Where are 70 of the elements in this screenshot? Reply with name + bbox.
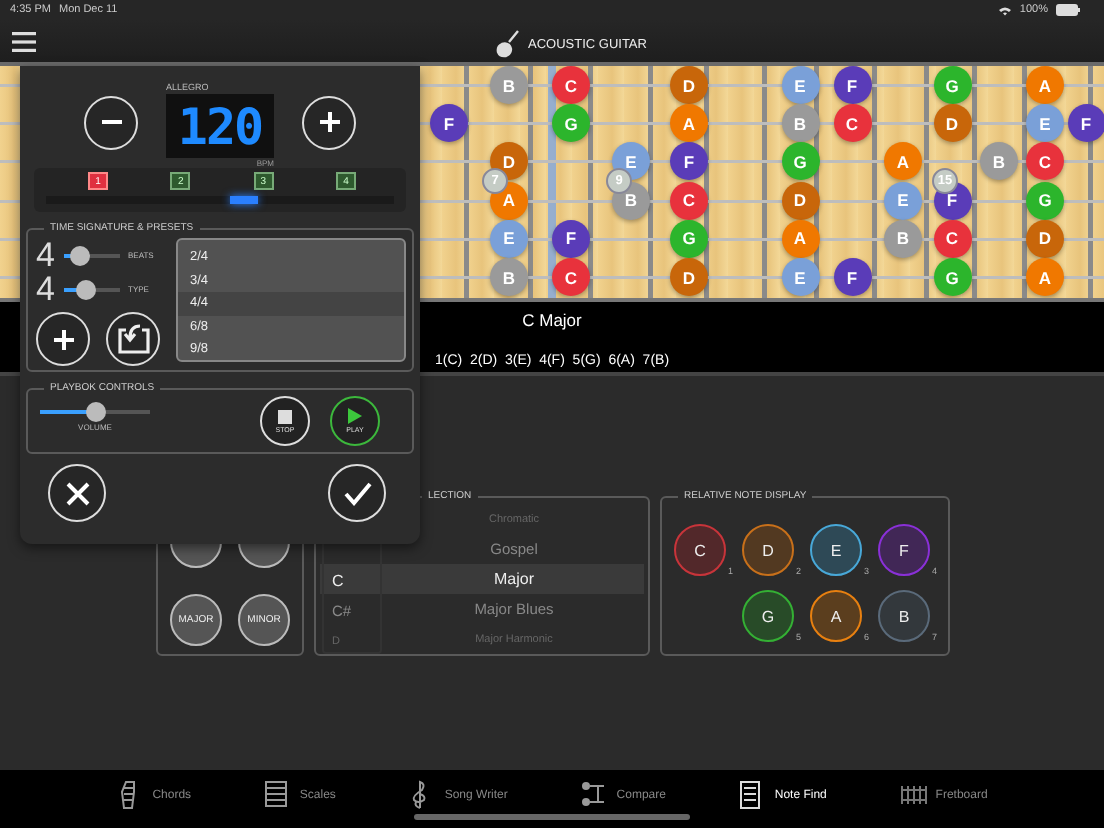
note-marker: F <box>670 142 708 181</box>
note-marker: A <box>781 219 819 258</box>
load-icon <box>115 323 151 355</box>
load-preset-button[interactable] <box>106 312 160 366</box>
note-marker: F <box>1067 104 1104 143</box>
signature-value: 4 <box>36 235 56 275</box>
plus-icon <box>53 329 73 349</box>
note-marker: B <box>980 142 1018 181</box>
note-button[interactable]: A <box>810 590 862 642</box>
close-icon <box>65 481 89 505</box>
note-marker: D <box>1026 219 1064 258</box>
note-marker: C <box>833 104 871 143</box>
note-button[interactable]: C <box>674 524 726 576</box>
note-marker: A <box>670 104 708 143</box>
note-marker: C <box>552 66 590 105</box>
tempo-value: 120 <box>177 97 263 155</box>
note-marker: F <box>833 66 871 105</box>
note-button[interactable]: D <box>742 524 794 576</box>
note-button[interactable]: E <box>810 524 862 576</box>
note-marker: A <box>1026 66 1064 105</box>
scale-name: C Major <box>522 310 582 330</box>
note-marker: G <box>552 104 590 143</box>
plus-button[interactable] <box>302 95 356 149</box>
note-marker: D <box>933 104 971 143</box>
note-marker: B <box>490 66 528 105</box>
note-marker: F <box>833 258 871 297</box>
note-marker: F <box>430 104 468 143</box>
note-marker: G <box>933 66 971 105</box>
note-button[interactable]: F <box>878 524 930 576</box>
plus-icon <box>319 112 339 132</box>
minus-icon <box>101 120 121 124</box>
menu-icon[interactable] <box>12 31 36 51</box>
sliders-icon <box>580 780 609 810</box>
signature-value: 4 <box>36 269 56 309</box>
note-marker: A <box>1026 258 1064 297</box>
note-marker: D <box>781 181 819 220</box>
note-marker: C <box>1026 142 1064 181</box>
note-marker: C <box>670 181 708 220</box>
note-marker: E <box>1026 104 1064 143</box>
root-option[interactable]: C <box>324 566 344 596</box>
note-marker: G <box>1026 181 1064 220</box>
note-marker: G <box>933 258 971 297</box>
list-icon <box>263 780 292 810</box>
note-marker: A <box>884 142 922 181</box>
note-marker: D <box>670 66 708 105</box>
fretboard-icon <box>899 780 928 810</box>
note-marker: C <box>552 258 590 297</box>
note-marker: E <box>490 219 528 258</box>
note-marker: G <box>670 219 708 258</box>
note-marker: E <box>781 66 819 105</box>
confirm-button[interactable] <box>328 464 386 522</box>
add-button[interactable] <box>36 312 90 366</box>
note-marker: E <box>884 181 922 220</box>
note-button[interactable]: G <box>742 590 794 642</box>
note-marker: B <box>884 219 922 258</box>
guitar-icon <box>496 30 520 58</box>
note-marker: C <box>933 219 971 258</box>
note-marker: F <box>552 219 590 258</box>
scale-option[interactable]: Major <box>493 564 534 594</box>
note-marker: E <box>781 258 819 297</box>
note-marker: G <box>781 142 819 181</box>
minus-button[interactable] <box>84 95 138 149</box>
checkmark-icon <box>343 481 371 505</box>
note-marker: D <box>670 258 708 297</box>
wifi-icon <box>997 5 1012 15</box>
battery-icon <box>1056 4 1080 16</box>
close-button[interactable] <box>48 464 106 522</box>
note-marker: B <box>781 104 819 143</box>
note-marker: B <box>490 258 528 297</box>
note-button[interactable]: B <box>878 590 930 642</box>
